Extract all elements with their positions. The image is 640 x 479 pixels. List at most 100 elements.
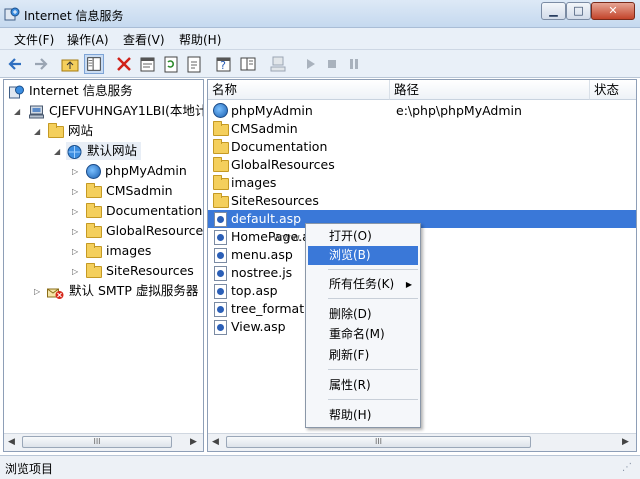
asp-file-icon [214, 320, 227, 335]
scroll-thumb[interactable]: III [226, 436, 531, 448]
context-all-tasks[interactable]: 所有任务(K) ▶ [308, 275, 418, 294]
tree-pane[interactable]: Internet 信息服务 ◢ CJEFVUHNGAY1LBI(本地计算机) ◢… [3, 79, 204, 452]
collapse-icon[interactable]: ◢ [14, 107, 23, 116]
delete-icon[interactable] [114, 54, 134, 74]
show-tree-icon[interactable] [84, 54, 104, 74]
folder-icon [86, 222, 102, 238]
menu-view[interactable]: 查看(V) [123, 31, 165, 48]
tree-item[interactable]: CMSadmin [86, 182, 173, 200]
tree-websites[interactable]: 网站 [48, 122, 93, 140]
asp-file-icon [214, 230, 227, 245]
tree-item[interactable]: Documentation [86, 202, 202, 220]
website-globe-icon [67, 144, 82, 159]
tree-smtp[interactable]: 默认 SMTP 虚拟服务器 [46, 282, 198, 300]
scroll-left-icon[interactable]: ◀ [212, 437, 219, 447]
expand-icon[interactable]: ▷ [72, 247, 81, 256]
context-help[interactable]: 帮助(H) [308, 406, 418, 425]
list-item[interactable]: nostree.js [208, 264, 636, 282]
up-folder-icon[interactable] [60, 54, 80, 74]
list-item[interactable]: GlobalResources [208, 156, 636, 174]
menu-bar: 文件(F) 操作(A) 查看(V) 帮助(H) [0, 28, 640, 50]
menu-separator [328, 369, 418, 370]
folder-icon [86, 182, 102, 198]
expand-icon[interactable]: ▷ [72, 207, 81, 216]
list-item-name: View.asp [231, 319, 286, 334]
menu-action[interactable]: 操作(A) [67, 31, 109, 48]
scroll-right-icon[interactable]: ▶ [622, 437, 629, 447]
tree-item[interactable]: SiteResources [86, 262, 194, 280]
list-item[interactable]: phpMyAdmin e:\php\phpMyAdmin [208, 102, 636, 120]
console-icon[interactable] [238, 54, 258, 74]
folder-icon [213, 193, 229, 208]
expand-icon[interactable]: ▷ [34, 287, 43, 296]
server-icon[interactable] [268, 54, 288, 74]
context-browse[interactable]: 浏览(B) [308, 246, 418, 265]
close-button[interactable]: ✕ [591, 2, 635, 20]
minimize-button[interactable]: ▁ [541, 2, 566, 20]
expand-icon[interactable]: ▷ [72, 227, 81, 236]
scroll-right-icon[interactable]: ▶ [190, 437, 197, 447]
tree-computer[interactable]: CJEFVUHNGAY1LBI(本地计算机) [28, 102, 203, 120]
list-item[interactable]: menu.asp [208, 246, 636, 264]
js-file-icon [214, 302, 227, 317]
tree-default-site-label: 默认网站 [86, 143, 137, 158]
list-horizontal-scrollbar[interactable]: ◀ III ▶ [208, 433, 636, 451]
expand-icon[interactable]: ▷ [72, 267, 81, 276]
tree-root-label: Internet 信息服务 [28, 83, 133, 98]
list-item[interactable]: SiteResources [208, 192, 636, 210]
list-item[interactable]: top.asp [208, 282, 636, 300]
menu-file[interactable]: 文件(F) [14, 31, 54, 48]
back-icon[interactable] [6, 54, 26, 74]
list-item-name: CMSadmin [231, 121, 298, 136]
tree-item[interactable]: phpMyAdmin [86, 162, 187, 180]
help-icon[interactable]: ? [214, 54, 234, 74]
column-header-name[interactable]: 名称 [208, 80, 390, 100]
export-icon[interactable] [184, 54, 204, 74]
submenu-arrow-icon: ▶ [405, 280, 412, 289]
pause-icon[interactable] [344, 54, 364, 74]
list-item[interactable]: tree_format.js [208, 300, 636, 318]
play-icon[interactable] [300, 54, 320, 74]
menu-help[interactable]: 帮助(H) [179, 31, 221, 48]
list-item-name: menu.asp [231, 247, 293, 262]
context-delete[interactable]: 删除(D) [308, 305, 418, 324]
folder-icon [213, 121, 229, 136]
iis-app-icon [4, 7, 20, 21]
resize-grip-icon[interactable]: ⋰ [622, 462, 632, 473]
tree-root[interactable]: Internet 信息服务 [8, 82, 133, 100]
expand-icon[interactable]: ▷ [72, 167, 81, 176]
list-item[interactable]: CMSadmin [208, 120, 636, 138]
list-item-selected[interactable]: default.asp [208, 210, 636, 228]
tree-item-label: CMSadmin [105, 183, 173, 198]
forward-icon[interactable] [30, 54, 50, 74]
folder-icon [86, 262, 102, 278]
scroll-thumb[interactable]: III [22, 436, 172, 448]
list-item[interactable]: images [208, 174, 636, 192]
context-rename[interactable]: 重命名(M) [308, 325, 418, 344]
maximize-button[interactable]: □ [566, 2, 591, 20]
tree-horizontal-scrollbar[interactable]: ◀ III ▶ [4, 433, 203, 451]
tree-default-site[interactable]: 默认网站 [66, 142, 141, 160]
list-pane[interactable]: 名称 路径 状态 phpMyAdmin e:\php\phpMyAdmin CM… [207, 79, 637, 452]
list-item[interactable]: View.asp [208, 318, 636, 336]
context-refresh[interactable]: 刷新(F) [308, 346, 418, 365]
folder-icon [48, 122, 64, 138]
collapse-icon[interactable]: ◢ [54, 147, 63, 156]
refresh-icon[interactable] [161, 54, 181, 74]
collapse-icon[interactable]: ◢ [34, 127, 43, 136]
list-item[interactable]: Documentation [208, 138, 636, 156]
iis-root-icon [9, 85, 24, 98]
tree-item[interactable]: images [86, 242, 151, 260]
stop-icon[interactable] [322, 54, 342, 74]
context-properties[interactable]: 属性(R) [308, 376, 418, 395]
status-bar: 浏览项目 ⋰ [0, 455, 640, 479]
context-open[interactable]: 打开(O) [308, 227, 418, 246]
properties-icon[interactable] [138, 54, 158, 74]
tree-item[interactable]: GlobalResources [86, 222, 203, 240]
column-header-status[interactable]: 状态 [590, 80, 636, 100]
asp-file-icon [214, 248, 227, 263]
column-header-path[interactable]: 路径 [390, 80, 590, 100]
expand-icon[interactable]: ▷ [72, 187, 81, 196]
list-item-name: top.asp [231, 283, 278, 298]
scroll-left-icon[interactable]: ◀ [8, 437, 15, 447]
